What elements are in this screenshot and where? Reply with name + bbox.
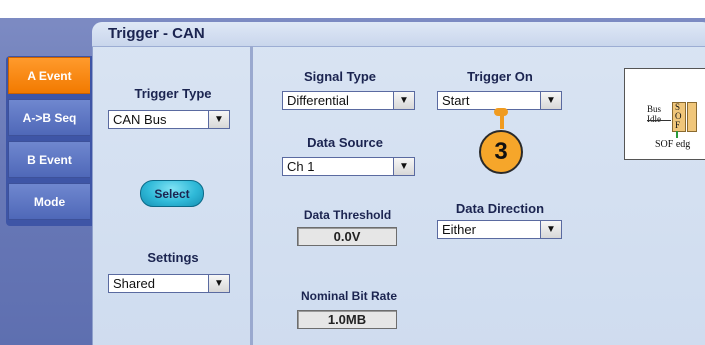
nominal-bit-rate-readout[interactable]: 1.0MB (297, 310, 397, 329)
edge-marker (676, 131, 678, 138)
chevron-down-icon: ▼ (540, 221, 561, 238)
sof-f: F (675, 120, 681, 130)
data-threshold-label: Data Threshold (303, 208, 392, 222)
oscilloscope-trigger-window: A Event A->B Seq B Event Mode Trigger - … (0, 0, 705, 345)
trigger-type-value: CAN Bus (113, 112, 167, 127)
bus-label: Bus (647, 104, 662, 114)
tab-a-b-seq[interactable]: A->B Seq (8, 99, 90, 136)
settings-value: Shared (113, 276, 155, 291)
trigger-type-dropdown[interactable]: CAN Bus ▼ (108, 110, 230, 129)
trigger-on-label: Trigger On (467, 69, 533, 84)
idle-label: Idle (647, 114, 661, 124)
nominal-bit-rate-label: Nominal Bit Rate (300, 289, 397, 303)
data-source-label: Data Source (307, 135, 383, 150)
column-divider (250, 46, 253, 345)
chevron-down-icon: ▼ (393, 92, 414, 109)
callout-number-3: 3 (479, 130, 523, 174)
signal-type-value: Differential (287, 93, 349, 108)
chevron-down-icon: ▼ (208, 111, 229, 128)
data-threshold-readout[interactable]: 0.0V (297, 227, 397, 246)
tab-b-event[interactable]: B Event (8, 141, 90, 178)
data-source-dropdown[interactable]: Ch 1 ▼ (282, 157, 415, 176)
sof-box-next (687, 102, 697, 132)
signal-type-label: Signal Type (304, 69, 376, 84)
trigger-on-value: Start (442, 93, 470, 108)
trigger-type-label: Trigger Type (134, 86, 212, 101)
data-direction-dropdown[interactable]: Either ▼ (437, 220, 562, 239)
data-direction-label: Data Direction (455, 201, 545, 216)
chevron-down-icon: ▼ (540, 92, 561, 109)
sof-diagram: Bus Idle S O F SOF edg (624, 68, 705, 160)
chevron-down-icon: ▼ (393, 158, 414, 175)
chevron-down-icon: ▼ (208, 275, 229, 292)
sof-edge-caption: SOF edg (655, 139, 691, 150)
tab-mode[interactable]: Mode (8, 183, 90, 220)
panel-title: Trigger - CAN (108, 25, 205, 42)
bus-line (647, 120, 671, 121)
top-band (0, 0, 705, 18)
settings-dropdown[interactable]: Shared ▼ (108, 274, 230, 293)
data-direction-value: Either (442, 222, 476, 237)
signal-type-dropdown[interactable]: Differential ▼ (282, 91, 415, 110)
select-button[interactable]: Select (140, 180, 204, 207)
callout-line (500, 112, 504, 129)
settings-label: Settings (147, 250, 199, 265)
tab-a-event[interactable]: A Event (8, 57, 90, 94)
data-source-value: Ch 1 (287, 159, 315, 174)
